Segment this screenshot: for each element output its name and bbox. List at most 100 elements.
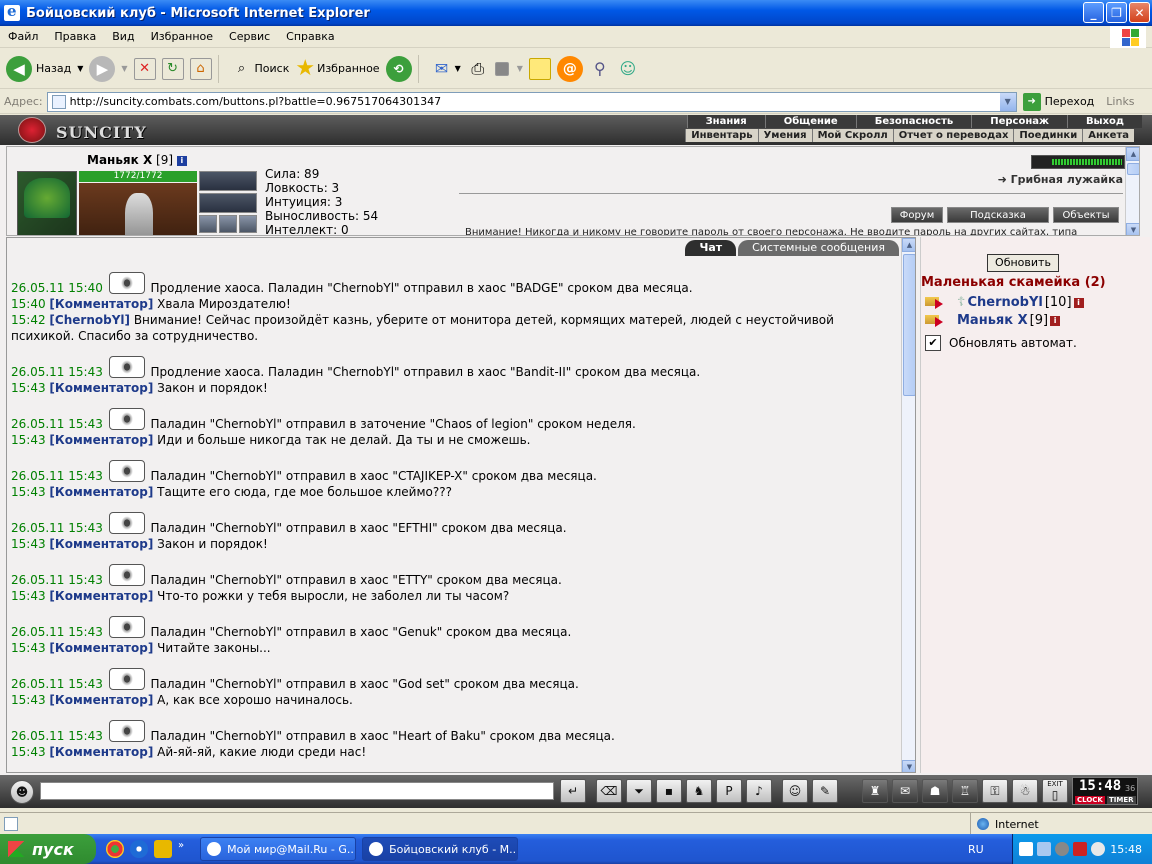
send-message-icon[interactable]: ↵	[560, 779, 586, 803]
lightning-icon[interactable]	[154, 840, 172, 858]
scroll-item-icon[interactable]: ✉	[892, 779, 918, 803]
scroll-down-icon[interactable]: ▼	[902, 760, 915, 772]
scroll-thumb[interactable]	[1127, 163, 1139, 175]
message-time[interactable]: 15:40	[11, 297, 46, 311]
taskbar-item-mail[interactable]: Мой мир@Mail.Ru - G...	[200, 837, 357, 861]
scroll-thumb[interactable]	[903, 254, 915, 396]
message-time[interactable]: 15:43	[11, 589, 46, 603]
helmet-slot[interactable]	[17, 171, 77, 235]
nav-knowledge[interactable]: Знания	[686, 115, 765, 128]
menu-edit[interactable]: Правка	[46, 30, 104, 43]
message-time[interactable]: 15:43	[11, 693, 46, 707]
info-icon[interactable]: i	[1073, 297, 1084, 308]
filter-icon[interactable]: ⏷	[626, 779, 652, 803]
character-avatar[interactable]	[79, 183, 197, 235]
message-time[interactable]: 15:43	[11, 641, 46, 655]
nav-transfer-report[interactable]: Отчет о переводах	[892, 129, 1014, 142]
armor-icon[interactable]: ♖	[952, 779, 978, 803]
nav-character[interactable]: Персонаж	[971, 115, 1067, 128]
back-dropdown-icon[interactable]: ▼	[77, 64, 83, 73]
nav-inventory[interactable]: Инвентарь	[685, 129, 757, 142]
exit-icon[interactable]: EXIT ▯	[1042, 779, 1068, 803]
start-button[interactable]: пуск	[0, 834, 96, 864]
taskbar-item-combats[interactable]: Бойцовский клуб - М...	[362, 837, 519, 861]
message-time[interactable]: 26.05.11 15:43	[11, 469, 103, 483]
objects-button[interactable]: Объекты	[1053, 207, 1119, 223]
close-button[interactable]: ✕	[1129, 2, 1150, 23]
minimize-button[interactable]: _	[1083, 2, 1104, 23]
friends-icon[interactable]: ☃	[1012, 779, 1038, 803]
message-author[interactable]: [Комментатор]	[49, 641, 153, 655]
message-time[interactable]: 15:43	[11, 537, 46, 551]
tab-system-messages[interactable]: Системные сообщения	[738, 240, 899, 256]
message-time[interactable]: 26.05.11 15:43	[11, 573, 103, 587]
location-link[interactable]: ➜ Грибная лужайка	[998, 173, 1123, 186]
stop-button[interactable]: ✕	[133, 57, 156, 80]
agent-icon[interactable]	[1091, 842, 1105, 856]
sound-icon[interactable]: ♪	[746, 779, 772, 803]
menu-help[interactable]: Справка	[278, 30, 342, 43]
go-button[interactable]: ➜ Переход	[1022, 92, 1094, 111]
print-button[interactable]: ⎙	[467, 58, 489, 80]
message-author[interactable]: [Комментатор]	[49, 381, 153, 395]
translit-icon[interactable]: ✎	[812, 779, 838, 803]
network-icon[interactable]	[1037, 842, 1051, 856]
info-icon[interactable]: i	[176, 155, 187, 166]
history-button[interactable]: ⟲	[385, 55, 412, 82]
private-message-icon[interactable]	[925, 296, 945, 310]
message-time[interactable]: 15:43	[11, 745, 46, 759]
back-button[interactable]: ◀ Назад ▼	[6, 55, 83, 82]
address-dropdown-icon[interactable]: ▼	[998, 92, 1016, 111]
message-author[interactable]: [Комментатор]	[49, 485, 153, 499]
quick-launch-more-icon[interactable]: »	[178, 840, 184, 858]
forward-dropdown-icon[interactable]: ▼	[121, 64, 127, 73]
message-author[interactable]: [ChernobYl]	[49, 313, 130, 327]
favorites-button[interactable]: ★ Избранное	[295, 56, 379, 81]
potion-icon[interactable]: ♜	[862, 779, 888, 803]
user-name[interactable]: Маньяк X	[957, 313, 1028, 328]
private-list-icon[interactable]: P	[716, 779, 742, 803]
message-time[interactable]: 26.05.11 15:43	[11, 729, 103, 743]
message-time[interactable]: 26.05.11 15:43	[11, 521, 103, 535]
chat-head-icon[interactable]: ☻	[10, 780, 34, 804]
message-time[interactable]: 26.05.11 15:43	[11, 417, 103, 431]
ie-icon[interactable]	[130, 840, 148, 858]
message-author[interactable]: [Комментатор]	[49, 433, 153, 447]
lock-icon[interactable]: ⚿	[982, 779, 1008, 803]
ring-slot-1[interactable]	[199, 215, 217, 233]
address-input[interactable]: http://suncity.combats.com/buttons.pl?ba…	[46, 91, 1017, 112]
nav-fights[interactable]: Поединки	[1013, 129, 1082, 142]
message-author[interactable]: [Комментатор]	[49, 589, 153, 603]
timer-label[interactable]: TIMER	[1107, 796, 1136, 804]
notes-button[interactable]	[528, 57, 551, 80]
refresh-button[interactable]: ↻	[161, 57, 184, 80]
chat-input[interactable]	[40, 782, 554, 800]
menu-file[interactable]: Файл	[0, 30, 46, 43]
scroll-down-icon[interactable]: ▼	[1126, 223, 1139, 235]
home-button[interactable]: ⌂	[189, 57, 212, 80]
mail-button[interactable]: ✉ ▼	[431, 58, 461, 80]
ring-slot-3[interactable]	[239, 215, 257, 233]
message-time[interactable]: 26.05.11 15:40	[11, 281, 103, 295]
refresh-users-button[interactable]: Обновить	[987, 254, 1059, 272]
save-log-icon[interactable]: ▪	[656, 779, 682, 803]
info-icon[interactable]: i	[1050, 315, 1061, 326]
research-button[interactable]: ⚲	[589, 58, 611, 80]
sync-icon[interactable]	[1055, 842, 1069, 856]
message-time[interactable]: 15:43	[11, 381, 46, 395]
links-toolbar[interactable]: Links	[1106, 95, 1134, 108]
message-time[interactable]: 26.05.11 15:43	[11, 625, 103, 639]
message-time[interactable]: 26.05.11 15:43	[11, 365, 103, 379]
messenger-button[interactable]: ☺	[617, 58, 639, 80]
private-message-icon[interactable]	[925, 314, 945, 328]
message-author[interactable]: [Комментатор]	[49, 297, 153, 311]
nav-skills[interactable]: Умения	[757, 129, 812, 142]
bracelet-slot[interactable]	[199, 171, 257, 191]
message-author[interactable]: [Комментатор]	[49, 693, 153, 707]
forward-button[interactable]: ▶ ▼	[89, 55, 128, 82]
nav-my-scroll[interactable]: Мой Скролл	[811, 129, 893, 142]
auto-refresh-checkbox[interactable]: ✔	[925, 335, 941, 351]
menu-tools[interactable]: Сервис	[221, 30, 278, 43]
antivirus-icon[interactable]	[1073, 842, 1087, 856]
user-item[interactable]: Маньяк X [9] i	[925, 313, 1061, 328]
